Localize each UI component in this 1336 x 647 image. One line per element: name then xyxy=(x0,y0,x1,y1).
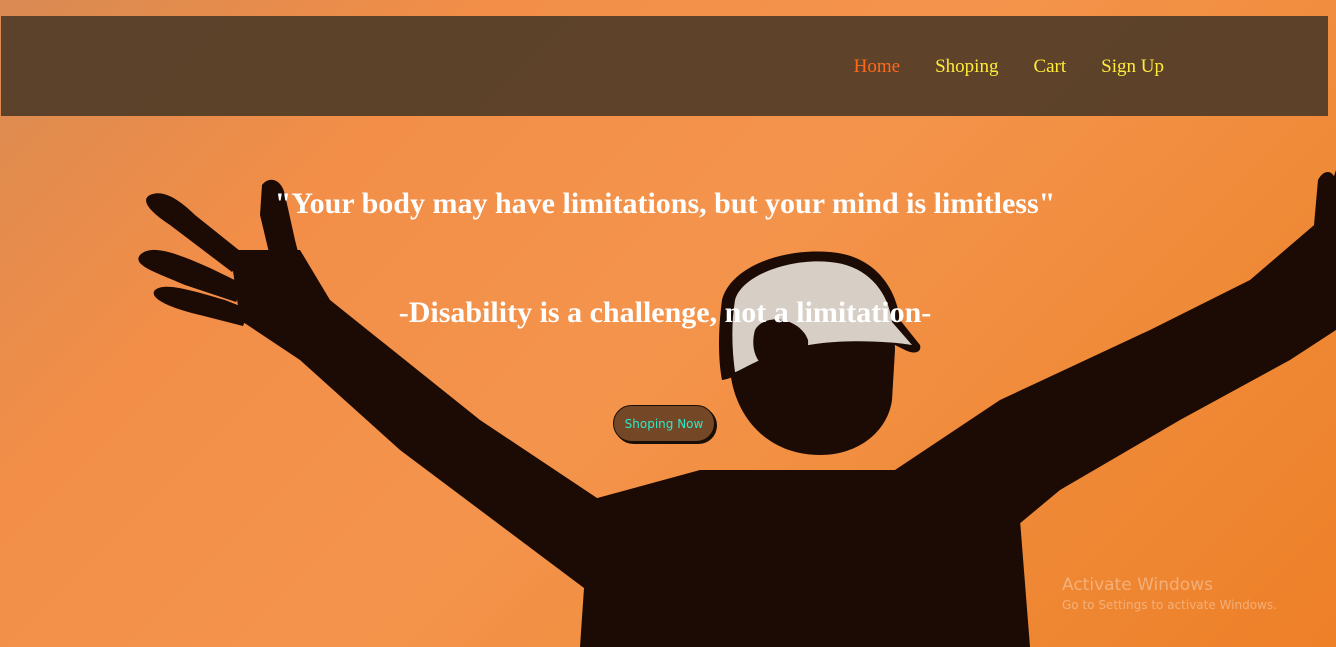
watermark-title: Activate Windows xyxy=(1062,575,1213,595)
nav-links: Home Shoping Cart Sign Up xyxy=(819,56,1164,78)
primary-quote: "Your body may have limitations, but you… xyxy=(274,187,1056,220)
secondary-quote: -Disability is a challenge, not a limita… xyxy=(398,296,932,329)
activate-windows-watermark: Activate Windows Go to Settings to activ… xyxy=(1062,574,1277,614)
nav-item-home[interactable]: Home xyxy=(854,56,900,78)
watermark-subtitle: Go to Settings to activate Windows. xyxy=(1062,598,1277,612)
nav-item-shoping[interactable]: Shoping xyxy=(935,56,998,78)
nav-item-cart[interactable]: Cart xyxy=(1033,56,1066,78)
top-navbar: Home Shoping Cart Sign Up xyxy=(1,16,1328,116)
shoping-now-button[interactable]: Shoping Now xyxy=(613,405,715,442)
nav-item-sign-up[interactable]: Sign Up xyxy=(1101,56,1164,78)
